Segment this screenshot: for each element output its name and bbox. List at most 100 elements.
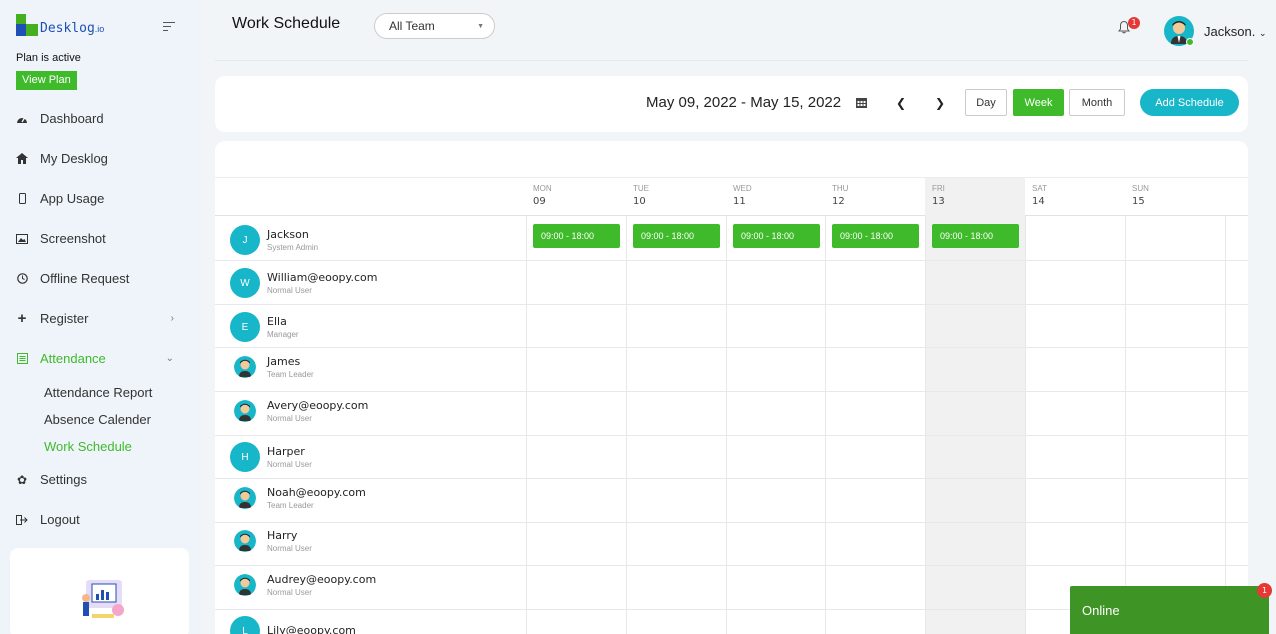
sidebar-item-screenshot[interactable]: Screenshot <box>16 231 186 246</box>
shift-block[interactable]: 09:00 - 18:00 <box>932 224 1019 248</box>
online-status: Online <box>1082 603 1120 618</box>
caret-down-icon: ▼ <box>477 23 484 30</box>
analytics-illustration <box>82 580 124 618</box>
day-header-tue: TUE 10 <box>633 184 649 207</box>
shift-block[interactable]: 09:00 - 18:00 <box>633 224 720 248</box>
employee-name: Ella <box>267 315 287 328</box>
sidebar-item-label: Attendance <box>40 351 106 366</box>
day-header-sun: SUN 15 <box>1132 184 1149 207</box>
sidebar-item-label: Register <box>40 311 89 326</box>
sidebar-item-logout[interactable]: Logout <box>16 512 186 527</box>
table-row: James Team Leader <box>230 355 314 379</box>
day-header-sat: SAT 14 <box>1032 184 1047 207</box>
avatar <box>234 356 256 378</box>
employee-role: Normal User <box>267 588 312 597</box>
avatar: W <box>230 268 260 298</box>
calendar-icon[interactable] <box>856 97 867 108</box>
employee-role: Manager <box>267 330 299 339</box>
day-view-button[interactable]: Day <box>965 89 1007 116</box>
logout-icon <box>16 514 28 526</box>
employee-name: Lily@eoopy.com <box>267 623 356 634</box>
chevron-right-icon: ❯ <box>934 96 946 110</box>
table-row: L Lily@eoopy.com <box>230 616 356 634</box>
promo-card <box>10 548 189 634</box>
employee-name: James <box>267 355 301 368</box>
chevron-left-icon: ❮ <box>895 96 907 110</box>
week-view-button[interactable]: Week <box>1013 89 1064 116</box>
sidebar-item-dashboard[interactable]: Dashboard <box>16 111 186 126</box>
view-plan-button[interactable]: View Plan <box>16 71 77 90</box>
sidebar-item-offline-request[interactable]: Offline Request <box>16 271 186 286</box>
user-avatar[interactable] <box>1164 16 1194 46</box>
employee-role: Team Leader <box>267 370 314 379</box>
employee-role: System Admin <box>267 243 319 252</box>
chevron-right-icon: › <box>170 313 174 324</box>
logo-text: Desklog.io <box>40 21 105 36</box>
table-row: Avery@eoopy.com Normal User <box>230 399 368 423</box>
shift-block[interactable]: 09:00 - 18:00 <box>733 224 820 248</box>
menu-collapse-icon[interactable] <box>163 22 175 32</box>
sidebar-subitem-absence-calender[interactable]: Absence Calender <box>44 412 151 427</box>
previous-week-button[interactable]: ❮ <box>894 94 908 112</box>
employee-role: Normal User <box>267 286 312 295</box>
sidebar-item-attendance[interactable]: Attendance ⌄ <box>16 351 186 366</box>
avatar <box>234 487 256 509</box>
top-header: Work Schedule All Team ▼ 1 Jackson. ⌄ <box>200 0 1276 60</box>
user-name: Jackson. <box>1204 24 1256 39</box>
employee-name: Avery@eoopy.com <box>267 399 369 412</box>
day-header-mon: MON 09 <box>533 184 552 207</box>
image-icon <box>16 233 28 245</box>
sidebar-item-my-desklog[interactable]: My Desklog <box>16 151 186 166</box>
employee-name: Jackson <box>267 228 309 241</box>
avatar: H <box>230 442 260 472</box>
day-header-row: MON 09 TUE 10 WED 11 THU 12 FRI 13 SAT 14 SUN 1… <box>215 177 1248 217</box>
plan-status: Plan is active <box>16 52 81 64</box>
employee-name: Noah@eoopy.com <box>267 486 366 499</box>
chevron-down-icon: ⌄ <box>165 353 174 364</box>
desklog-logo-icon <box>16 14 38 36</box>
sidebar-item-label: Dashboard <box>40 111 104 126</box>
avatar: E <box>230 312 260 342</box>
sidebar-item-label: Settings <box>40 472 87 487</box>
sidebar-item-register[interactable]: + Register › <box>16 310 186 327</box>
sidebar-item-app-usage[interactable]: App Usage <box>16 191 186 206</box>
sidebar-item-label: Logout <box>40 512 80 527</box>
add-schedule-button[interactable]: Add Schedule <box>1140 89 1239 116</box>
shift-block[interactable]: 09:00 - 18:00 <box>832 224 919 248</box>
desklog-logo[interactable]: Desklog.io <box>16 14 104 36</box>
avatar: J <box>230 225 260 255</box>
employee-role: Normal User <box>267 460 312 469</box>
day-header-thu: THU 12 <box>832 184 849 207</box>
home-icon <box>16 153 28 165</box>
notification-badge: 1 <box>1128 17 1140 29</box>
sidebar-item-settings[interactable]: ✿ Settings <box>16 472 186 487</box>
sidebar-item-label: Screenshot <box>40 231 106 246</box>
gear-icon: ✿ <box>16 472 28 487</box>
online-chat-widget[interactable]: Online <box>1070 586 1269 634</box>
team-filter-value: All Team <box>389 19 435 33</box>
day-header-wed: WED 11 <box>733 184 752 207</box>
sidebar-item-label: Offline Request <box>40 271 130 286</box>
avatar <box>234 574 256 596</box>
today-column-highlight <box>925 216 1025 634</box>
table-row: Audrey@eoopy.com Normal User <box>230 573 376 597</box>
employee-role: Normal User <box>267 544 312 553</box>
schedule-toolbar: May 09, 2022 - May 15, 2022 ❮ ❯ Day Week… <box>215 76 1248 132</box>
user-menu[interactable]: Jackson. ⌄ <box>1204 24 1266 39</box>
header-divider <box>215 60 1248 61</box>
month-view-button[interactable]: Month <box>1069 89 1125 116</box>
team-filter-select[interactable]: All Team ▼ <box>374 13 495 39</box>
shift-block[interactable]: 09:00 - 18:00 <box>533 224 620 248</box>
table-row: J Jackson System Admin <box>230 225 318 255</box>
sidebar-subitem-work-schedule[interactable]: Work Schedule <box>44 439 132 454</box>
page-title: Work Schedule <box>232 15 341 32</box>
next-week-button[interactable]: ❯ <box>933 94 947 112</box>
avatar <box>234 400 256 422</box>
avatar: L <box>230 616 260 634</box>
sidebar-subitem-attendance-report[interactable]: Attendance Report <box>44 385 152 400</box>
chevron-down-icon: ⌄ <box>1258 28 1267 38</box>
employee-role: Normal User <box>267 414 312 423</box>
employee-name: Harry <box>267 529 298 542</box>
employee-name: William@eoopy.com <box>267 271 378 284</box>
date-range: May 09, 2022 - May 15, 2022 <box>646 94 842 111</box>
